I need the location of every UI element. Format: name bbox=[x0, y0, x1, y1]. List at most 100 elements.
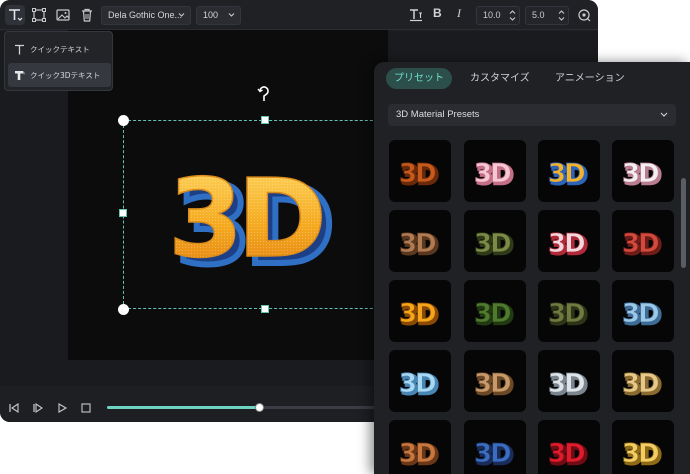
preset-panel: プリセット カスタマイズ アニメーション 3D Material Presets… bbox=[374, 62, 690, 474]
play-icon[interactable] bbox=[56, 402, 68, 414]
preset-label: 3D bbox=[622, 159, 659, 189]
preset-category-value: 3D Material Presets bbox=[396, 109, 480, 120]
menu-item-quick-3d-text[interactable]: クイック3Dテキスト bbox=[8, 63, 111, 87]
line-spacing-value: 5.0 bbox=[532, 10, 545, 20]
preset-tile-gold-foil[interactable]: 3D 3D bbox=[612, 420, 674, 474]
stepper-arrows-icon[interactable] bbox=[509, 9, 516, 22]
text-type-menu: クイックテキスト クイック3Dテキスト bbox=[4, 31, 113, 91]
preset-label: 3D bbox=[399, 229, 436, 259]
menu-item-label: クイックテキスト bbox=[30, 44, 90, 54]
preset-label: 3D bbox=[474, 299, 511, 329]
preset-tile-pink-glass[interactable]: 3D 3D bbox=[464, 140, 526, 202]
preset-thumbnail: 3D3D bbox=[622, 229, 665, 261]
preset-category-select[interactable]: 3D Material Presets bbox=[388, 104, 676, 126]
font-size-select[interactable]: 100 bbox=[196, 6, 241, 25]
preset-label: 3D bbox=[548, 439, 585, 469]
tab-customize[interactable]: カスタマイズ bbox=[470, 68, 530, 89]
preset-label: 3D bbox=[399, 299, 436, 329]
preset-label: 3D bbox=[548, 369, 585, 399]
preset-tile-amber-gold[interactable]: 3D 3D bbox=[389, 280, 451, 342]
preset-thumbnail: 3D3D bbox=[399, 229, 442, 261]
menu-item-quick-text[interactable]: クイックテキスト bbox=[8, 37, 111, 61]
preset-label: 3D bbox=[399, 369, 436, 399]
preset-label: 3D bbox=[548, 229, 585, 259]
preset-thumbnail: 3D3D bbox=[399, 159, 442, 191]
timeline-slider[interactable] bbox=[107, 403, 407, 412]
selection-bounding-box[interactable] bbox=[123, 120, 393, 309]
preset-tile-marble-red[interactable]: 3D 3D bbox=[538, 210, 600, 272]
timeline-knob[interactable] bbox=[255, 403, 264, 412]
preset-label: 3D bbox=[399, 439, 436, 469]
preset-tile-navy-metal[interactable]: 3D 3D bbox=[464, 420, 526, 474]
preset-tile-moss-green[interactable]: 3D 3D bbox=[464, 280, 526, 342]
preset-tile-pearl-white[interactable]: 3D 3D bbox=[612, 140, 674, 202]
preset-label: 3D bbox=[474, 439, 511, 469]
preset-tile-copper-rust[interactable]: 3D 3D bbox=[389, 140, 451, 202]
more-settings-icon[interactable] bbox=[574, 5, 594, 25]
timeline-progress bbox=[107, 406, 260, 409]
preset-tile-ice-blue[interactable]: 3D 3D bbox=[612, 280, 674, 342]
preset-tile-red-marble[interactable]: 3D 3D bbox=[612, 210, 674, 272]
preset-tile-olive-stone[interactable]: 3D 3D bbox=[538, 280, 600, 342]
preset-tile-crystal-blue[interactable]: 3D 3D bbox=[389, 350, 451, 412]
resize-handle-top[interactable] bbox=[261, 116, 269, 124]
preset-thumbnail: 3D3D bbox=[548, 369, 591, 401]
preset-label: 3D bbox=[474, 229, 511, 259]
tab-presets[interactable]: プリセット bbox=[386, 68, 452, 89]
text-tool-icon[interactable] bbox=[5, 5, 25, 25]
rotate-handle-icon[interactable] bbox=[256, 86, 272, 108]
preset-thumbnail: 3D3D bbox=[399, 299, 442, 331]
preset-tile-camo-green[interactable]: 3D 3D bbox=[464, 210, 526, 272]
preset-label: 3D bbox=[622, 299, 659, 329]
preset-tile-bronze-matte[interactable]: 3D 3D bbox=[389, 210, 451, 272]
bold-button[interactable]: B bbox=[433, 6, 442, 20]
preset-thumbnail: 3D3D bbox=[622, 439, 665, 471]
tab-animation[interactable]: アニメーション bbox=[555, 68, 625, 89]
panel-scrollbar[interactable] bbox=[681, 178, 686, 268]
preset-tile-champagne-gold[interactable]: 3D 3D bbox=[612, 350, 674, 412]
preset-tile-ruby-red[interactable]: 3D 3D bbox=[538, 420, 600, 474]
preset-thumbnail: 3D3D bbox=[622, 369, 665, 401]
preset-tile-terracotta[interactable]: 3D 3D bbox=[389, 420, 451, 474]
resize-handle-bottom[interactable] bbox=[261, 305, 269, 313]
font-size-value: 100 bbox=[203, 10, 219, 20]
delete-icon[interactable] bbox=[77, 5, 97, 25]
preset-thumbnail: 3D3D bbox=[474, 299, 517, 331]
preset-thumbnail: 3D3D bbox=[548, 229, 591, 261]
letter-spacing-input[interactable]: 10.0 bbox=[476, 6, 520, 25]
menu-item-label: クイック3Dテキスト bbox=[30, 70, 101, 80]
preset-thumbnail: 3D3D bbox=[548, 439, 591, 471]
preset-tile-gold-blue[interactable]: 3D 3D bbox=[538, 140, 600, 202]
preset-thumbnail: 3D3D bbox=[474, 229, 517, 261]
transform-icon[interactable] bbox=[29, 5, 49, 25]
preset-thumbnail: 3D3D bbox=[474, 159, 517, 191]
preset-thumbnail: 3D3D bbox=[548, 299, 591, 331]
preset-label: 3D bbox=[474, 159, 511, 189]
italic-button[interactable]: I bbox=[457, 6, 461, 21]
preset-thumbnail: 3D3D bbox=[474, 369, 517, 401]
next-frame-icon[interactable] bbox=[32, 402, 44, 414]
preset-label: 3D bbox=[622, 229, 659, 259]
preset-thumbnail: 3D3D bbox=[399, 439, 442, 471]
line-spacing-input[interactable]: 5.0 bbox=[525, 6, 569, 25]
chevron-down-icon bbox=[178, 13, 185, 17]
letter-spacing-value: 10.0 bbox=[483, 10, 501, 20]
preset-tile-sand-bronze[interactable]: 3D 3D bbox=[464, 350, 526, 412]
stop-icon[interactable] bbox=[80, 402, 92, 414]
preset-label: 3D bbox=[622, 369, 659, 399]
resize-handle-left[interactable] bbox=[119, 209, 127, 217]
resize-handle-bottom-left[interactable] bbox=[118, 304, 129, 315]
preset-thumbnail: 3D3D bbox=[622, 159, 665, 191]
text-icon bbox=[8, 43, 30, 56]
chevron-down-icon bbox=[660, 112, 668, 117]
previous-frame-icon[interactable] bbox=[8, 402, 20, 414]
text-format-icon[interactable] bbox=[406, 5, 426, 25]
preset-label: 3D bbox=[474, 369, 511, 399]
preset-label: 3D bbox=[548, 299, 585, 329]
stepper-arrows-icon[interactable] bbox=[558, 9, 565, 22]
preset-tile-silver-chrome[interactable]: 3D 3D bbox=[538, 350, 600, 412]
3d-text-icon bbox=[8, 69, 30, 82]
resize-handle-top-left[interactable] bbox=[118, 115, 129, 126]
font-family-select[interactable]: Dela Gothic One... bbox=[101, 6, 191, 25]
image-icon[interactable] bbox=[53, 5, 73, 25]
